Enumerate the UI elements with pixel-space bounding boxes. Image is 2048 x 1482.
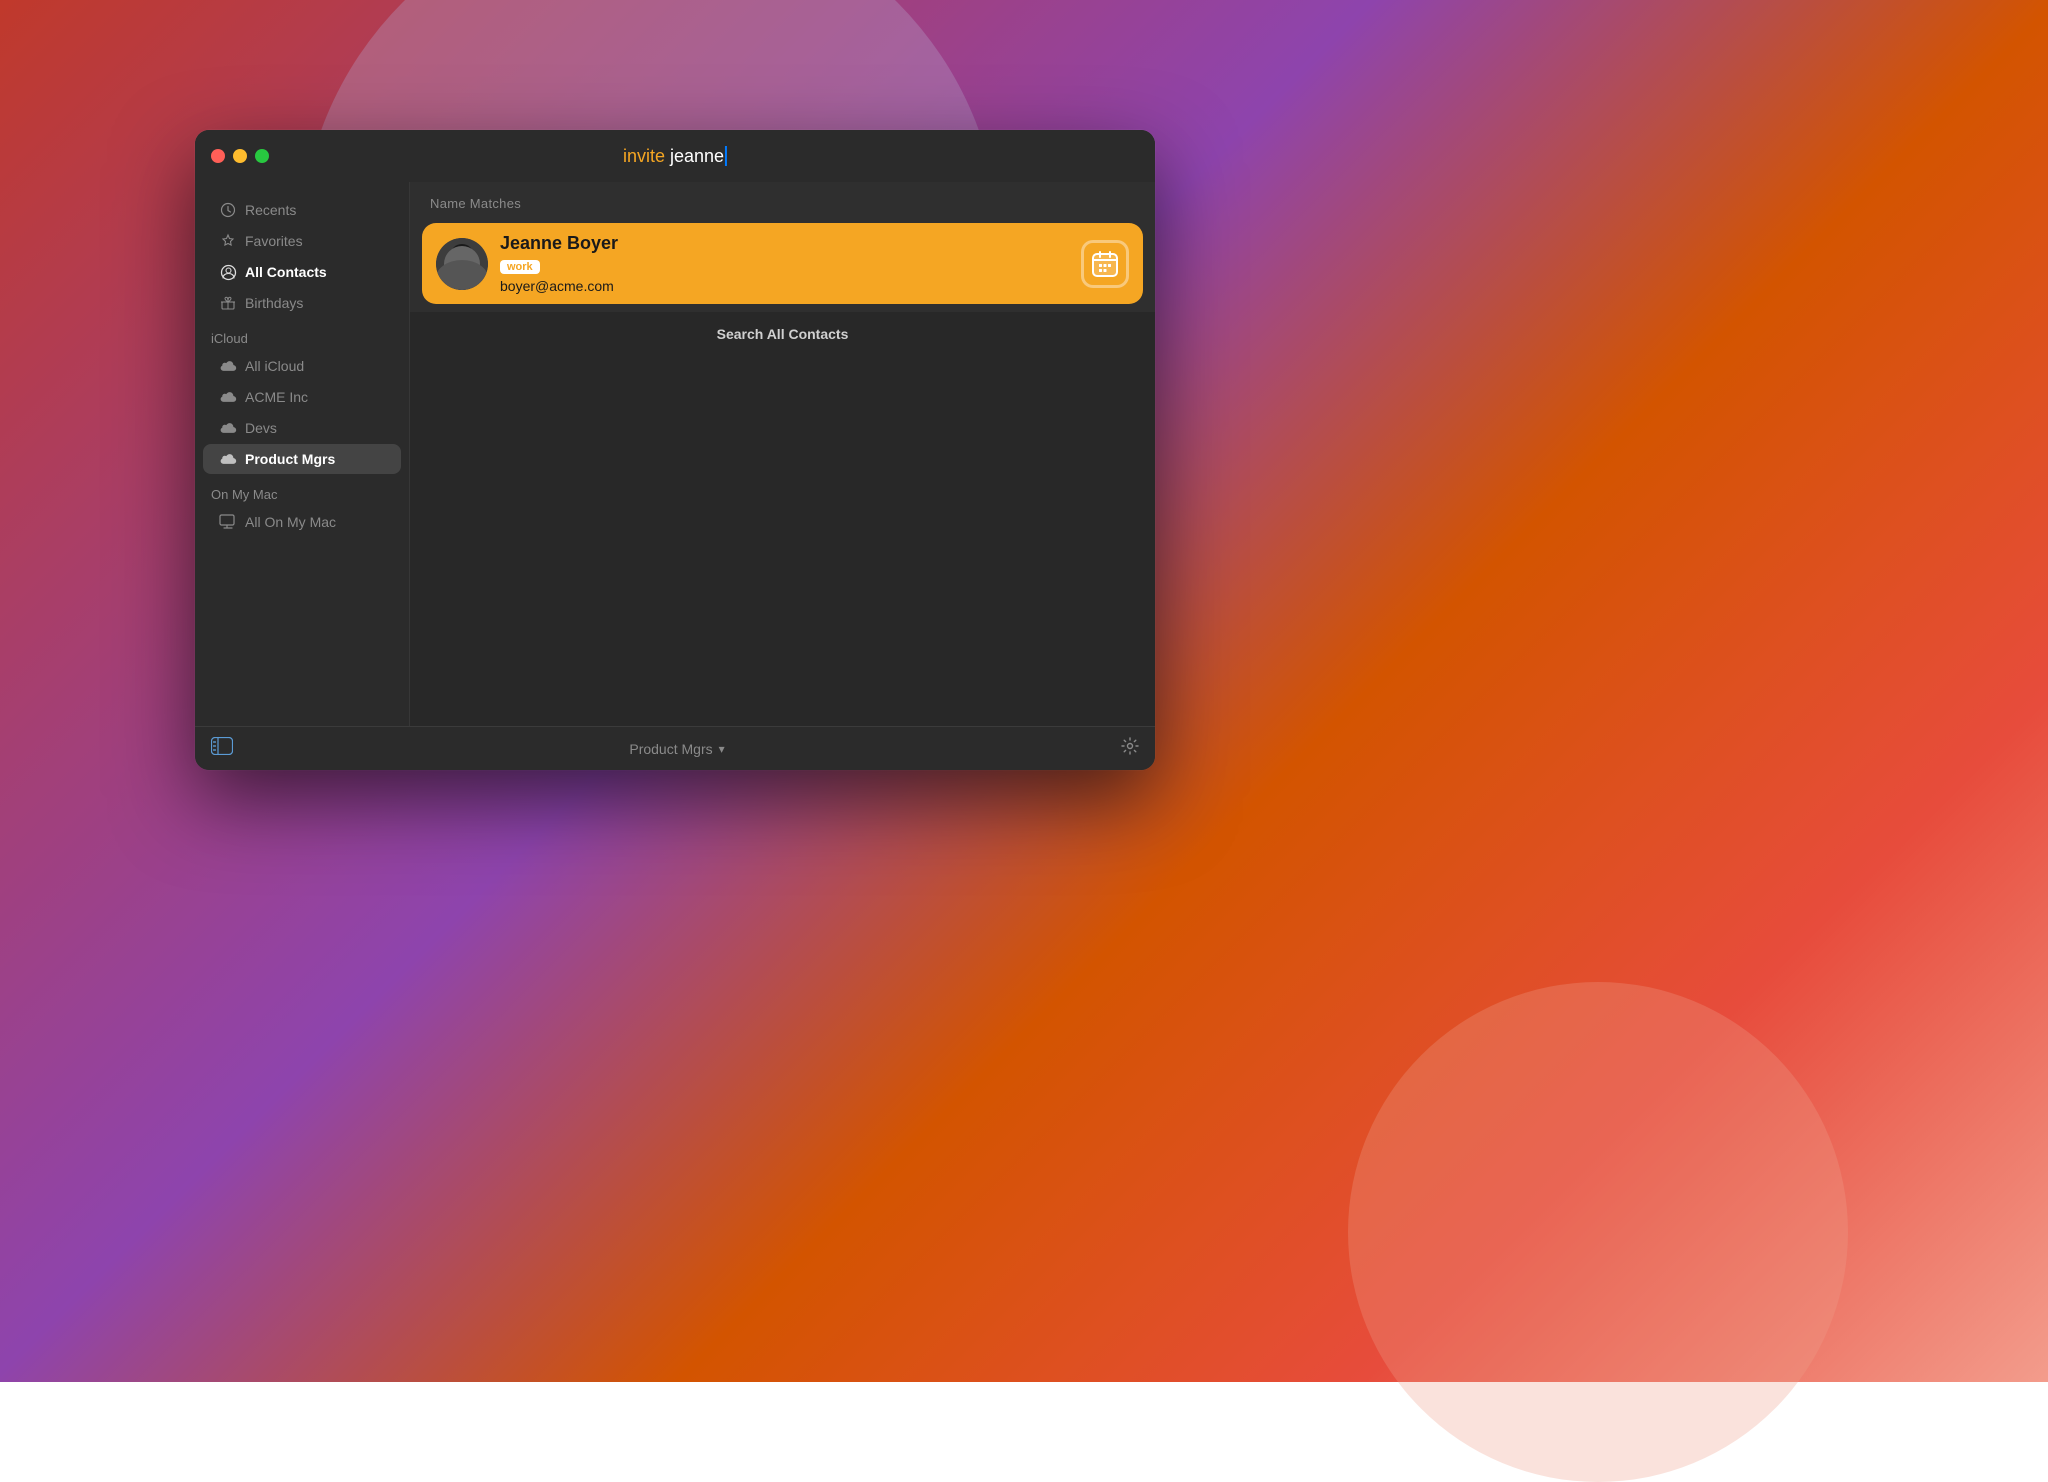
cloud-icon-acme bbox=[219, 388, 237, 406]
contacts-window: invite jeanne Recents bbox=[195, 130, 1155, 770]
clock-icon bbox=[219, 201, 237, 219]
minimize-button[interactable] bbox=[233, 149, 247, 163]
recents-label: Recents bbox=[245, 202, 296, 218]
content-area: Name Matches bbox=[410, 182, 1155, 726]
icloud-section-label: iCloud bbox=[195, 319, 409, 350]
devs-label: Devs bbox=[245, 420, 277, 436]
all-on-my-mac-label: All On My Mac bbox=[245, 514, 336, 530]
contact-name: Jeanne Boyer bbox=[500, 233, 1069, 254]
sidebar-item-devs[interactable]: Devs bbox=[203, 413, 401, 443]
acme-inc-label: ACME Inc bbox=[245, 389, 308, 405]
search-all-contacts-button[interactable]: Search All Contacts bbox=[410, 312, 1155, 356]
chevron-down-icon: ▾ bbox=[719, 742, 725, 756]
birthdays-label: Birthdays bbox=[245, 295, 303, 311]
sidebar-item-all-contacts[interactable]: All Contacts bbox=[203, 257, 401, 287]
search-dropdown: Name Matches bbox=[410, 182, 1155, 356]
maximize-button[interactable] bbox=[255, 149, 269, 163]
main-area: Recents Favorites All bbox=[195, 182, 1155, 726]
sidebar-item-all-on-my-mac[interactable]: All On My Mac bbox=[203, 507, 401, 537]
bottom-bar: Product Mgrs ▾ bbox=[195, 726, 1155, 770]
sidebar-item-birthdays[interactable]: Birthdays bbox=[203, 288, 401, 318]
mac-icon bbox=[219, 513, 237, 531]
cloud-icon-all-icloud bbox=[219, 357, 237, 375]
sidebar: Recents Favorites All bbox=[195, 182, 410, 726]
product-mgrs-label: Product Mgrs bbox=[245, 451, 335, 467]
cloud-icon-devs bbox=[219, 419, 237, 437]
invite-label: invite bbox=[623, 146, 665, 167]
cloud-icon-product-mgrs bbox=[219, 450, 237, 468]
all-icloud-label: All iCloud bbox=[245, 358, 304, 374]
calendar-action-button[interactable] bbox=[1081, 240, 1129, 288]
sidebar-item-all-icloud[interactable]: All iCloud bbox=[203, 351, 401, 381]
current-group-label: Product Mgrs bbox=[629, 741, 712, 757]
on-my-mac-section-label: On My Mac bbox=[195, 475, 409, 506]
title-search-bar[interactable]: invite jeanne bbox=[623, 146, 727, 167]
sidebar-item-product-mgrs[interactable]: Product Mgrs bbox=[203, 444, 401, 474]
text-cursor bbox=[725, 146, 727, 166]
avatar-image bbox=[436, 238, 488, 290]
contact-info: Jeanne Boyer work boyer@acme.com bbox=[500, 233, 1069, 294]
favorites-label: Favorites bbox=[245, 233, 303, 249]
all-contacts-label: All Contacts bbox=[245, 264, 327, 280]
current-group-selector[interactable]: Product Mgrs ▾ bbox=[629, 741, 724, 757]
sidebar-item-recents[interactable]: Recents bbox=[203, 195, 401, 225]
settings-gear-button[interactable] bbox=[1121, 737, 1139, 760]
star-icon bbox=[219, 232, 237, 250]
contact-email: boyer@acme.com bbox=[500, 278, 1069, 294]
person-circle-icon bbox=[219, 263, 237, 281]
title-bar: invite jeanne bbox=[195, 130, 1155, 182]
search-query: jeanne bbox=[670, 146, 724, 167]
avatar bbox=[436, 238, 488, 290]
name-matches-header: Name Matches bbox=[410, 182, 1155, 219]
contact-result-jeanne-boyer[interactable]: Jeanne Boyer work boyer@acme.com bbox=[422, 223, 1143, 304]
sidebar-item-acme-inc[interactable]: ACME Inc bbox=[203, 382, 401, 412]
gift-icon bbox=[219, 294, 237, 312]
contact-tag: work bbox=[500, 260, 540, 274]
traffic-lights bbox=[211, 149, 269, 163]
close-button[interactable] bbox=[211, 149, 225, 163]
sidebar-toggle-button[interactable] bbox=[211, 737, 233, 760]
sidebar-item-favorites[interactable]: Favorites bbox=[203, 226, 401, 256]
